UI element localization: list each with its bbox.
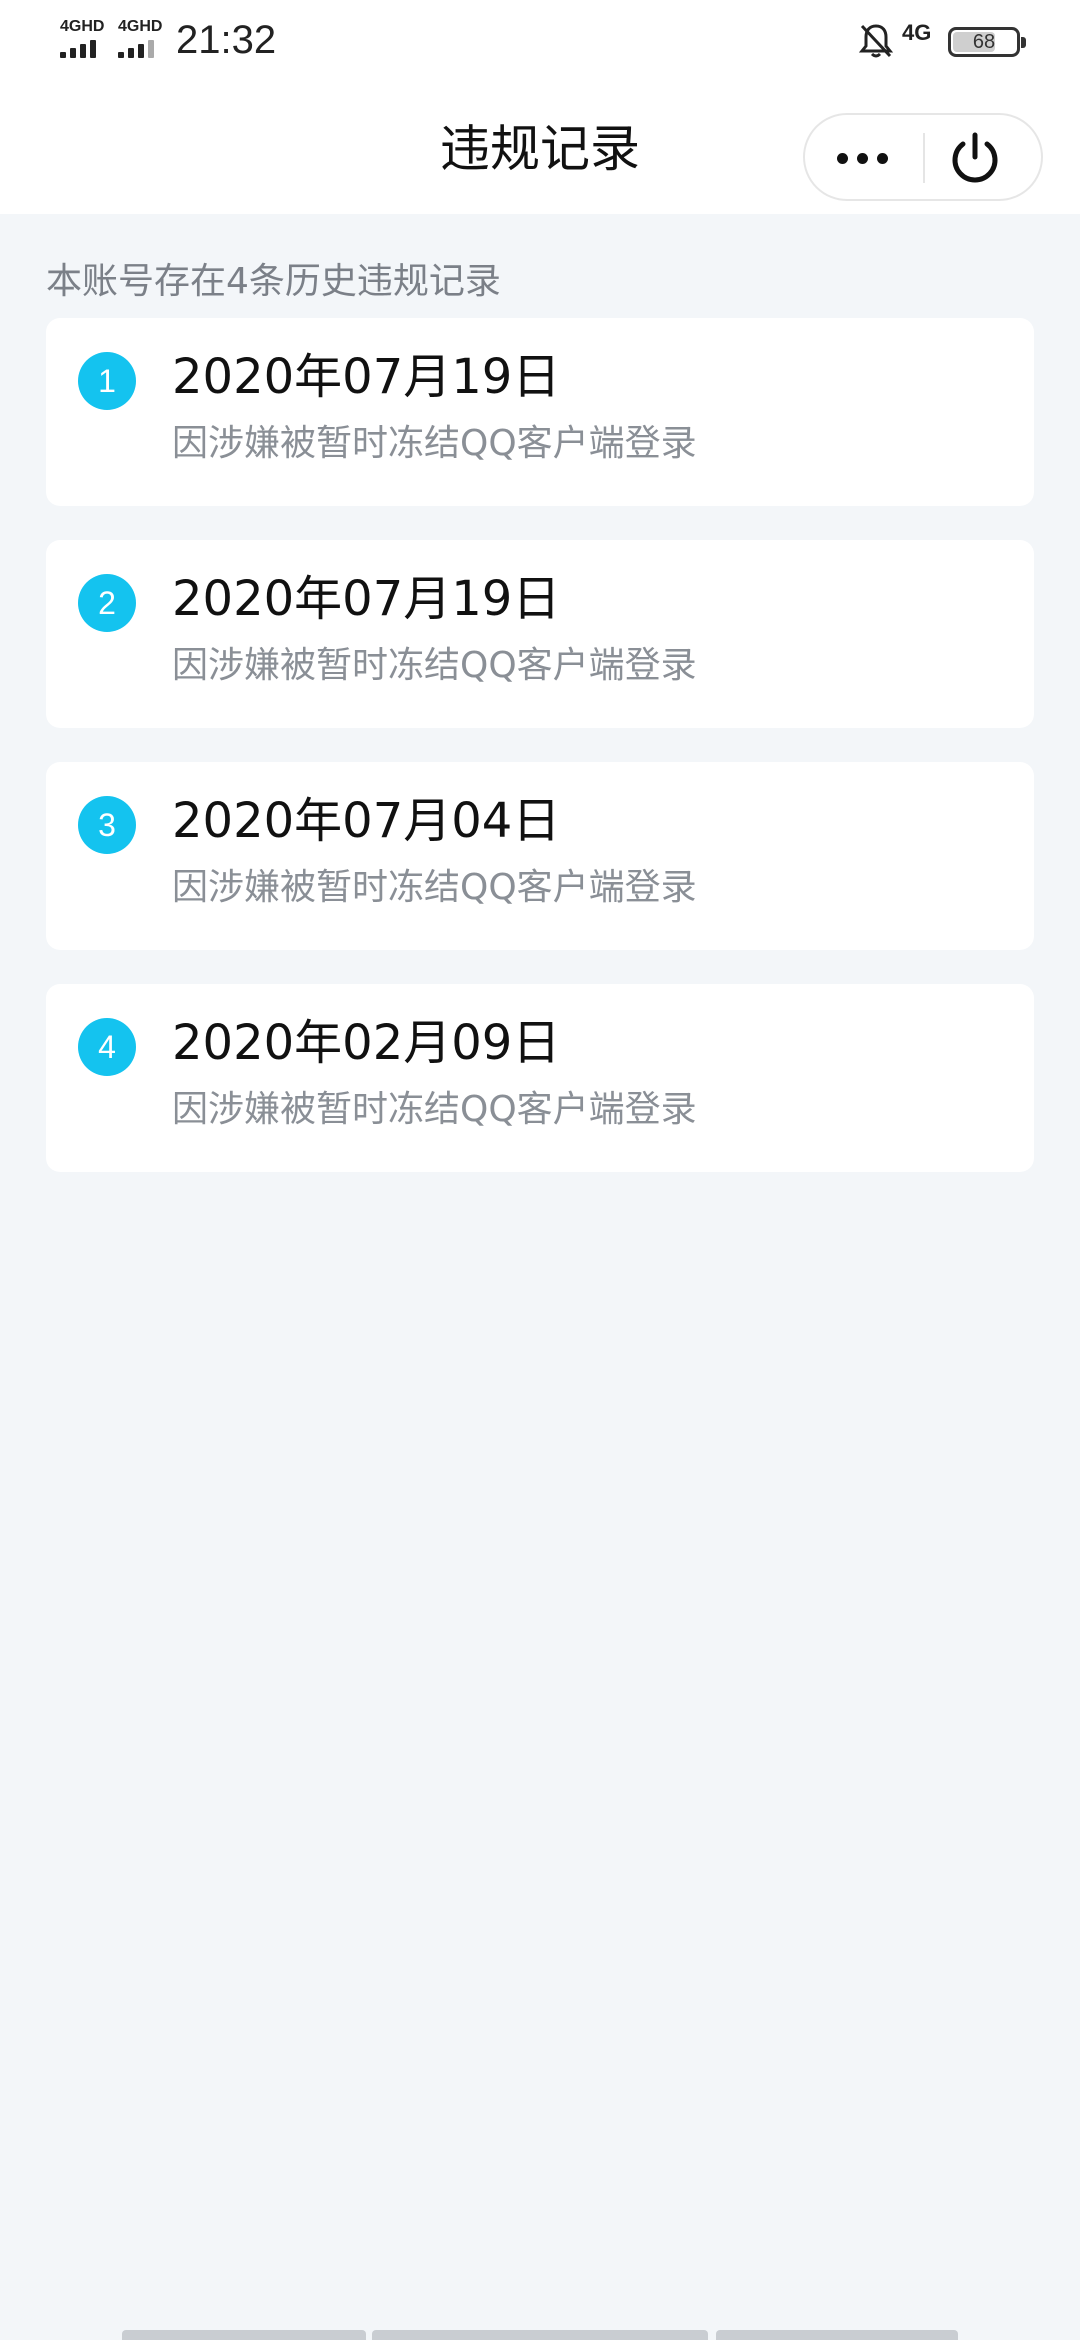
record-date: 2020年07月19日 xyxy=(172,571,561,627)
violation-record-card[interactable]: 4 2020年02月09日 因涉嫌被暂时冻结QQ客户端登录 xyxy=(46,984,1034,1172)
status-bar: 4GHD 4GHD 21:32 4G 68 xyxy=(0,0,1080,80)
record-date: 2020年07月19日 xyxy=(172,349,561,405)
bottom-bar-segment xyxy=(122,2330,366,2340)
mini-program-capsule xyxy=(803,113,1043,201)
signal-label-2: 4GHD xyxy=(118,18,163,35)
more-dots-icon[interactable] xyxy=(805,115,923,199)
record-description: 因涉嫌被暂时冻结QQ客户端登录 xyxy=(172,1089,697,1130)
record-index-badge: 1 xyxy=(78,352,136,410)
record-date: 2020年02月09日 xyxy=(172,1015,561,1071)
signal-bars-icon xyxy=(60,40,106,58)
record-description: 因涉嫌被暂时冻结QQ客户端登录 xyxy=(172,867,697,908)
record-index-badge: 2 xyxy=(78,574,136,632)
signal-label-1: 4GHD xyxy=(60,18,105,35)
signal-bars-icon xyxy=(118,40,164,58)
header-area: 4GHD 4GHD 21:32 4G 68 违规记录 xyxy=(0,0,1080,214)
record-description: 因涉嫌被暂时冻结QQ客户端登录 xyxy=(172,645,697,686)
violation-summary: 本账号存在4条历史违规记录 xyxy=(46,261,501,302)
record-description: 因涉嫌被暂时冻结QQ客户端登录 xyxy=(172,423,697,464)
bottom-bar-segment xyxy=(716,2330,958,2340)
record-date: 2020年07月04日 xyxy=(172,793,561,849)
record-index-badge: 4 xyxy=(78,1018,136,1076)
bottom-bar-segment xyxy=(372,2330,708,2340)
capsule-divider xyxy=(923,133,925,183)
network-indicator: 4G xyxy=(902,20,932,45)
signal-strength-1: 4GHD xyxy=(60,18,110,62)
record-index-badge: 3 xyxy=(78,796,136,854)
power-icon[interactable] xyxy=(945,129,1005,187)
status-time: 21:32 xyxy=(176,18,277,62)
bell-muted-icon xyxy=(858,24,894,58)
signal-strength-2: 4GHD xyxy=(118,18,168,62)
violation-record-card[interactable]: 2 2020年07月19日 因涉嫌被暂时冻结QQ客户端登录 xyxy=(46,540,1034,728)
violation-record-card[interactable]: 3 2020年07月04日 因涉嫌被暂时冻结QQ客户端登录 xyxy=(46,762,1034,950)
battery-icon: 68 xyxy=(948,27,1026,57)
violation-record-card[interactable]: 1 2020年07月19日 因涉嫌被暂时冻结QQ客户端登录 xyxy=(46,318,1034,506)
battery-level: 68 xyxy=(972,31,996,53)
